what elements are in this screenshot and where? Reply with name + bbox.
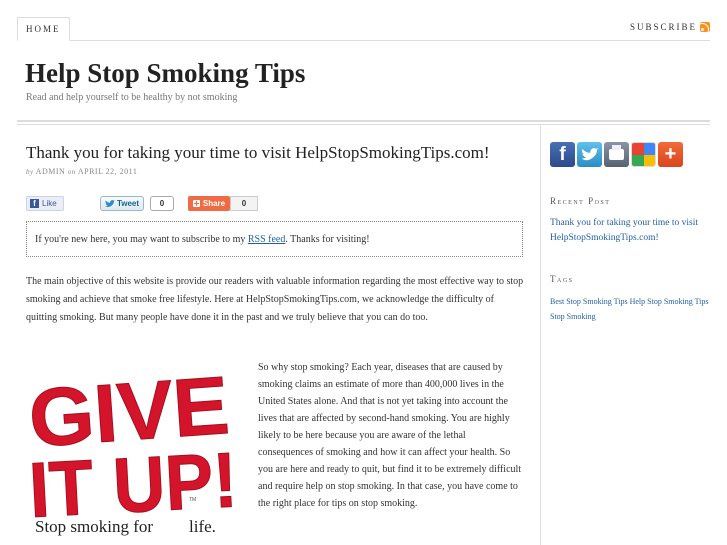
share-count: 0	[230, 196, 258, 211]
share-button[interactable]: Share	[188, 196, 230, 211]
byline-on: on	[67, 168, 76, 176]
notice-text-after: . Thanks for visiting!	[285, 234, 370, 245]
tag-cloud: Best Stop Smoking Tips Help Stop Smoking…	[550, 294, 710, 324]
header-divider	[17, 120, 710, 125]
subscribe-link[interactable]: SUBSCRIBE	[630, 22, 710, 32]
share-label: Share	[202, 199, 226, 208]
facebook-icon[interactable]: f	[550, 142, 575, 167]
tag-link[interactable]: Stop Smoking	[550, 312, 596, 321]
share-bar: f Like Tweet 0 Share 0	[26, 196, 526, 212]
byline-prefix: by	[26, 168, 34, 176]
site-title[interactable]: Help Stop Smoking Tips	[25, 58, 305, 89]
post-author[interactable]: ADMIN	[36, 167, 66, 176]
post-date: APRIL 22, 2011	[77, 167, 138, 176]
twitter-bird-icon	[580, 147, 599, 160]
give-it-up-image: GIVE IT UP! TM Stop smoking for life.	[27, 362, 245, 545]
rss-icon[interactable]	[700, 22, 710, 32]
tweet-count: 0	[150, 196, 174, 211]
rss-feed-link[interactable]: RSS feed	[248, 234, 286, 245]
post-title[interactable]: Thank you for taking your time to visit …	[26, 143, 490, 163]
printer-glyph	[609, 145, 624, 160]
site-tagline: Read and help yourself to be healthy by …	[26, 92, 238, 103]
twitter-bird-icon	[104, 199, 115, 207]
subscribe-notice: If you're new here, you may want to subs…	[26, 221, 523, 257]
share-plus-icon	[192, 200, 200, 207]
post-paragraph-1: The main objective of this website is pr…	[26, 276, 524, 323]
google-icon[interactable]	[631, 142, 656, 167]
facebook-like-button[interactable]: f Like	[26, 196, 64, 211]
tag-link[interactable]: Best Stop Smoking Tips	[550, 297, 628, 306]
google-quad-green	[632, 155, 644, 166]
facebook-like-label: Like	[42, 199, 57, 208]
post-paragraph-2: So why stop smoking? Each year, diseases…	[258, 362, 522, 509]
image-caption-left: Stop smoking for	[35, 517, 153, 536]
tweet-label: Tweet	[116, 199, 140, 208]
google-quad-red	[632, 143, 644, 155]
subscribe-label[interactable]: SUBSCRIBE	[630, 22, 697, 32]
tweet-button[interactable]: Tweet	[100, 196, 144, 211]
facebook-icon: f	[30, 199, 39, 208]
facebook-glyph: f	[559, 143, 566, 165]
recent-post-link[interactable]: Thank you for taking your time to visit …	[550, 216, 710, 246]
print-icon[interactable]	[604, 142, 629, 167]
tag-link[interactable]: Help Stop Smoking Tips	[630, 297, 709, 306]
google-quad-yellow	[644, 155, 655, 166]
google-quad-blue	[644, 143, 655, 155]
add-icon[interactable]: +	[658, 142, 683, 167]
social-share-icons: f +	[550, 142, 683, 167]
add-glyph: +	[664, 143, 677, 165]
nav-home-tab[interactable]: HOME	[17, 17, 70, 41]
image-trademark: TM	[189, 497, 196, 503]
image-caption-right: life.	[189, 517, 216, 536]
top-navigation: HOME SUBSCRIBE	[17, 17, 710, 41]
notice-text-before: If you're new here, you may want to subs…	[35, 234, 248, 245]
recent-post-heading: Recent Post	[550, 196, 611, 206]
sidebar-divider	[540, 125, 541, 545]
tags-heading: Tags	[550, 274, 574, 284]
post-byline: by ADMIN on APRIL 22, 2011	[26, 167, 137, 176]
twitter-icon[interactable]	[577, 142, 602, 167]
